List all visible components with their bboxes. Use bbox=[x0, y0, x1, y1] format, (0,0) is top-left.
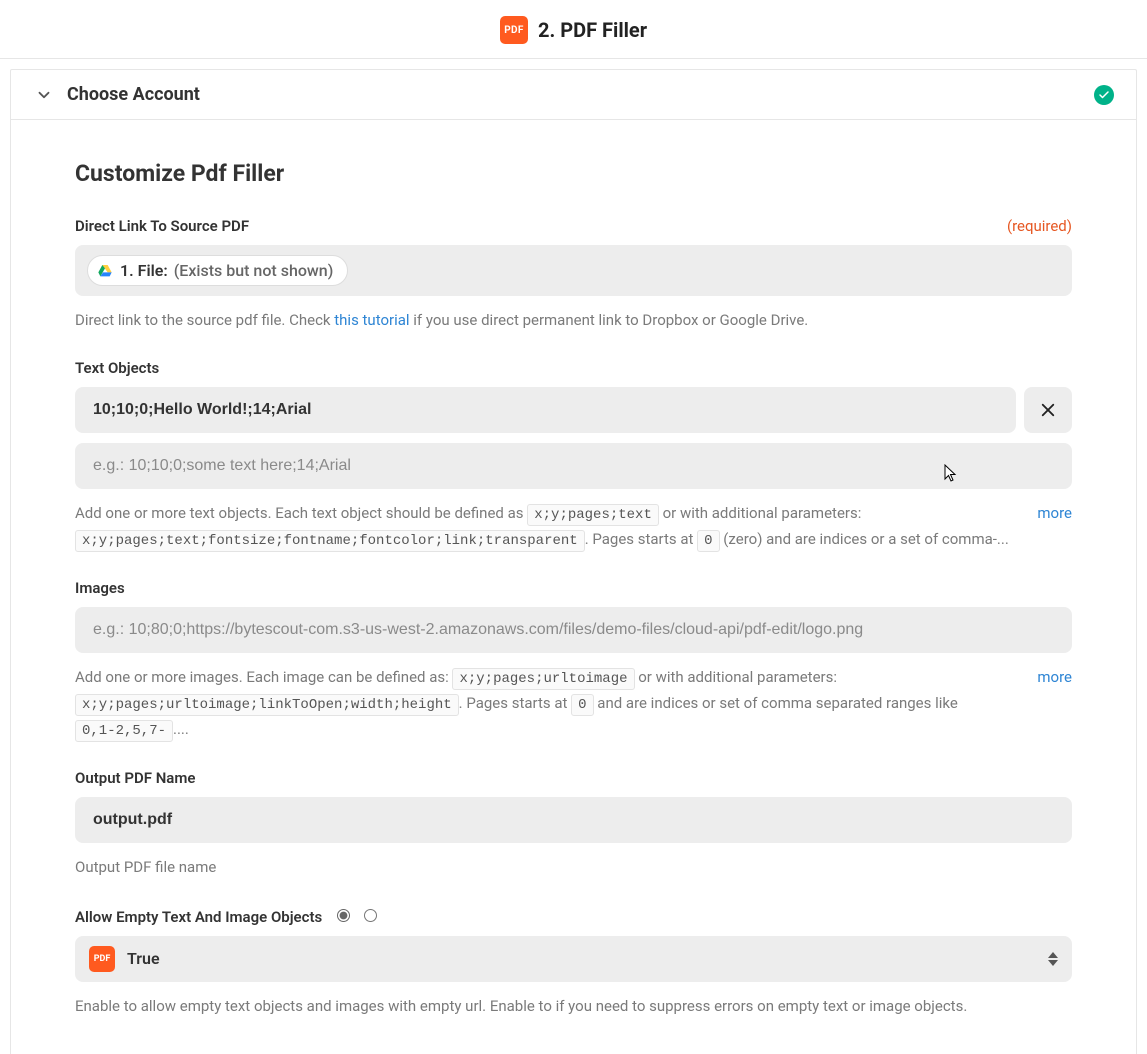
file-pill[interactable]: 1. File: (Exists but not shown) bbox=[87, 255, 348, 286]
to-help-a: Add one or more text objects. Each text … bbox=[75, 504, 527, 522]
select-caret-icon bbox=[1048, 952, 1058, 966]
google-drive-icon bbox=[96, 262, 114, 280]
help-text-objects: more Add one or more text objects. Each … bbox=[75, 501, 1072, 553]
success-check-icon bbox=[1094, 85, 1114, 105]
allow-empty-radio-1[interactable] bbox=[337, 909, 350, 922]
text-object-input-new[interactable] bbox=[75, 443, 1072, 489]
label-allow-empty: Allow Empty Text And Image Objects bbox=[75, 908, 322, 926]
img-help-a: Add one or more images. Each image can b… bbox=[75, 668, 452, 686]
to-help-d: (zero) and are indices or a set of comma… bbox=[720, 530, 1009, 548]
required-badge: (required) bbox=[1007, 217, 1072, 235]
pdffiller-icon: PDF bbox=[500, 16, 528, 44]
to-help-b: or with additional parameters: bbox=[659, 504, 862, 522]
pill-value: (Exists but not shown) bbox=[174, 261, 334, 280]
field-source-pdf: Direct Link To Source PDF (required) 1. … bbox=[75, 217, 1072, 333]
img-code-range: 0,1-2,5,7- bbox=[75, 720, 173, 742]
allow-empty-radio-2[interactable] bbox=[364, 909, 377, 922]
account-section-title: Choose Account bbox=[67, 84, 200, 105]
more-link-images[interactable]: more bbox=[1037, 665, 1072, 690]
chevron-down-icon bbox=[35, 86, 53, 104]
help-allow-empty: Enable to allow empty text objects and i… bbox=[75, 994, 1072, 1019]
label-output-name: Output PDF Name bbox=[75, 769, 195, 787]
customize-section: Customize Pdf Filler Direct Link To Sour… bbox=[11, 120, 1136, 1054]
allow-empty-select[interactable]: PDF True bbox=[75, 936, 1072, 982]
label-text-objects: Text Objects bbox=[75, 359, 159, 377]
icon-text: PDF bbox=[94, 954, 111, 964]
field-output-name: Output PDF Name Output PDF file name bbox=[75, 769, 1072, 880]
img-code-b: x;y;pages;urltoimage;linkToOpen;width;he… bbox=[75, 694, 459, 716]
label-images: Images bbox=[75, 579, 125, 597]
choose-account-row[interactable]: Choose Account bbox=[11, 70, 1136, 120]
output-name-input[interactable] bbox=[75, 797, 1072, 843]
to-help-c: . Pages starts at bbox=[585, 530, 697, 548]
field-text-objects: Text Objects more Add one or more text o… bbox=[75, 359, 1072, 553]
help-output-name: Output PDF file name bbox=[75, 855, 1072, 880]
main-panel: Choose Account Customize Pdf Filler Dire… bbox=[10, 69, 1137, 1054]
help-images: more Add one or more images. Each image … bbox=[75, 665, 1072, 743]
img-help-e: .... bbox=[173, 720, 189, 738]
help-source-pdf: Direct link to the source pdf file. Chec… bbox=[75, 308, 1072, 333]
allow-empty-radio-group bbox=[332, 906, 380, 922]
img-help-c: . Pages starts at bbox=[459, 694, 571, 712]
img-help-b: or with additional parameters: bbox=[635, 668, 838, 686]
code-b: x;y;pages;text;fontsize;fontname;fontcol… bbox=[75, 530, 585, 552]
pdffiller-icon: PDF bbox=[89, 946, 115, 972]
remove-text-object-button[interactable] bbox=[1024, 387, 1072, 433]
label-source-pdf: Direct Link To Source PDF bbox=[75, 217, 249, 235]
step-title: 2. PDF Filler bbox=[538, 18, 647, 42]
img-code-zero: 0 bbox=[571, 694, 593, 716]
img-code-a: x;y;pages;urltoimage bbox=[452, 668, 634, 690]
field-images: Images more Add one or more images. Each… bbox=[75, 579, 1072, 743]
step-header: PDF 2. PDF Filler bbox=[0, 0, 1147, 59]
help-b: if you use direct permanent link to Drop… bbox=[410, 311, 809, 329]
pill-prefix: 1. File: bbox=[120, 261, 168, 280]
field-allow-empty: Allow Empty Text And Image Objects PDF T… bbox=[75, 906, 1072, 1019]
text-object-input-1[interactable] bbox=[75, 387, 1016, 433]
allow-empty-value: True bbox=[127, 949, 160, 968]
tutorial-link[interactable]: this tutorial bbox=[334, 311, 409, 329]
img-help-d: and are indices or set of comma separate… bbox=[594, 694, 958, 712]
code-zero: 0 bbox=[697, 530, 719, 552]
more-link-text-objects[interactable]: more bbox=[1037, 501, 1072, 526]
code-a: x;y;pages;text bbox=[527, 504, 659, 526]
icon-text: PDF bbox=[504, 25, 523, 36]
help-a: Direct link to the source pdf file. Chec… bbox=[75, 311, 334, 329]
source-pdf-input[interactable]: 1. File: (Exists but not shown) bbox=[75, 245, 1072, 296]
section-title: Customize Pdf Filler bbox=[75, 160, 1072, 187]
images-input[interactable] bbox=[75, 607, 1072, 653]
